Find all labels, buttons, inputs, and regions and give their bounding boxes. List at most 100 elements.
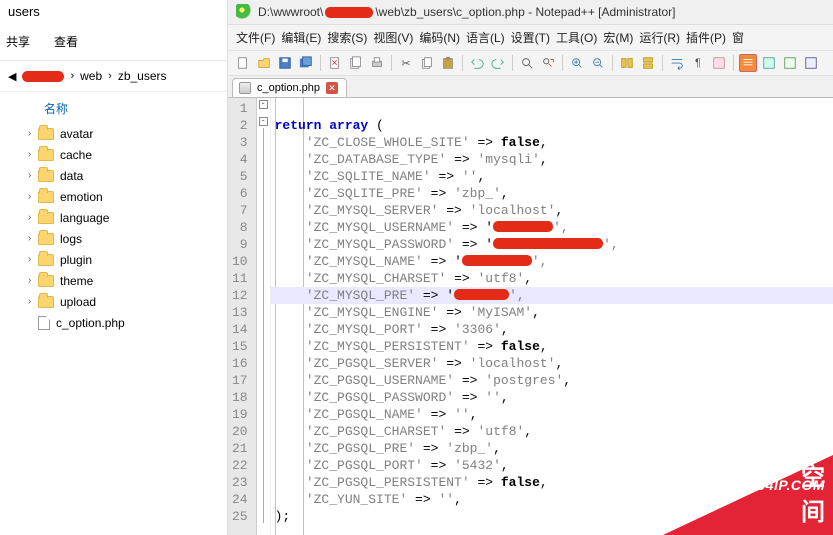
redo-icon[interactable] [489, 54, 507, 72]
code-line[interactable]: 'ZC_PGSQL_SERVER' => 'localhost', [271, 355, 833, 372]
doc-map-icon[interactable] [739, 54, 757, 72]
menu-item[interactable]: 设置(T) [511, 29, 550, 46]
code-line[interactable]: 'ZC_YUN_SITE' => '', [271, 491, 833, 508]
code-line[interactable]: 'ZC_PGSQL_PRE' => 'zbp_', [271, 440, 833, 457]
chevron-right-icon[interactable]: › [28, 191, 38, 202]
chevron-right-icon[interactable]: › [28, 149, 38, 160]
code-line[interactable]: 'ZC_MYSQL_NAME' => '', [271, 253, 833, 270]
code-line[interactable]: 'ZC_PGSQL_PORT' => '5432', [271, 457, 833, 474]
tree-item[interactable]: ›cache [20, 144, 227, 165]
code-line[interactable]: 'ZC_MYSQL_PERSISTENT' => false, [271, 338, 833, 355]
code-line[interactable]: 'ZC_MYSQL_USERNAME' => '', [271, 219, 833, 236]
code-line[interactable]: 'ZC_PGSQL_USERNAME' => 'postgres', [271, 372, 833, 389]
undo-icon[interactable] [468, 54, 486, 72]
tab-c-option[interactable]: c_option.php ✕ [232, 78, 347, 97]
code-line[interactable]: 'ZC_SQLITE_PRE' => 'zbp_', [271, 185, 833, 202]
doc-switcher-icon[interactable] [802, 54, 820, 72]
tab-close-icon[interactable]: ✕ [326, 82, 338, 94]
tree-item[interactable]: ›upload [20, 291, 227, 312]
code-line[interactable]: ); [271, 508, 833, 525]
chevron-right-icon[interactable]: › [28, 296, 38, 307]
code-line[interactable]: return array ( [271, 117, 833, 134]
menu-item[interactable]: 编辑(E) [281, 29, 321, 46]
close-icon[interactable] [326, 54, 344, 72]
tree-item[interactable]: c_option.php [20, 312, 227, 333]
tree-item-label: plugin [60, 253, 92, 267]
tree-item[interactable]: ›avatar [20, 123, 227, 144]
menu-item[interactable]: 视图(V) [373, 29, 413, 46]
chevron-right-icon[interactable]: › [28, 275, 38, 286]
explorer-share-tab[interactable]: 共享 [6, 33, 30, 50]
menu-item[interactable]: 窗 [732, 29, 744, 46]
paste-icon[interactable] [439, 54, 457, 72]
breadcrumb-zb-users[interactable]: zb_users [118, 69, 167, 83]
chevron-right-icon[interactable]: › [28, 254, 38, 265]
sync-h-icon[interactable] [639, 54, 657, 72]
folder-panel-icon[interactable] [781, 54, 799, 72]
sync-icon[interactable] [618, 54, 636, 72]
menu-item[interactable]: 插件(P) [686, 29, 726, 46]
tree-item[interactable]: ›logs [20, 228, 227, 249]
zoom-in-icon[interactable] [568, 54, 586, 72]
code-editor[interactable]: 1234567891011121314151617181920212223242… [228, 98, 833, 535]
column-header-name[interactable]: 名称 [0, 92, 227, 123]
function-list-icon[interactable] [760, 54, 778, 72]
code-line[interactable]: 'ZC_PGSQL_NAME' => '', [271, 406, 833, 423]
tree-item[interactable]: › plugin [20, 249, 227, 270]
code-line[interactable]: 'ZC_PGSQL_CHARSET' => 'utf8', [271, 423, 833, 440]
code-line[interactable] [271, 100, 833, 117]
menu-item[interactable]: 宏(M) [603, 29, 633, 46]
menu-item[interactable]: 搜索(S) [327, 29, 367, 46]
menu-item[interactable]: 编码(N) [419, 29, 460, 46]
code-line[interactable]: 'ZC_MYSQL_SERVER' => 'localhost', [271, 202, 833, 219]
print-icon[interactable] [368, 54, 386, 72]
cut-icon[interactable]: ✂ [397, 54, 415, 72]
indent-guide-icon[interactable] [710, 54, 728, 72]
tree-item[interactable]: ›theme [20, 270, 227, 291]
code-line[interactable]: 'ZC_MYSQL_PRE' => '', [271, 287, 833, 304]
show-all-icon[interactable]: ¶ [689, 54, 707, 72]
chevron-right-icon: › [108, 70, 112, 82]
chevron-right-icon[interactable]: › [28, 128, 38, 139]
menu-item[interactable]: 运行(R) [639, 29, 680, 46]
open-file-icon[interactable] [255, 54, 273, 72]
breadcrumb-web[interactable]: web [80, 69, 102, 83]
code-line[interactable]: 'ZC_CLOSE_WHOLE_SITE' => false, [271, 134, 833, 151]
menu-item[interactable]: 文件(F) [236, 29, 275, 46]
chevron-right-icon[interactable]: › [28, 170, 38, 181]
explorer-title-row: users [0, 0, 227, 23]
chevron-right-icon[interactable]: › [28, 233, 38, 244]
chevron-right-icon[interactable]: › [28, 212, 38, 223]
new-file-icon[interactable] [234, 54, 252, 72]
fold-box-icon[interactable]: - [259, 100, 268, 109]
menu-item[interactable]: 工具(O) [556, 29, 597, 46]
code-line[interactable]: 'ZC_MYSQL_CHARSET' => 'utf8', [271, 270, 833, 287]
code-line[interactable]: 'ZC_MYSQL_PORT' => '3306', [271, 321, 833, 338]
code-line[interactable]: 'ZC_MYSQL_PASSWORD' => '', [271, 236, 833, 253]
explorer-view-tab[interactable]: 查看 [54, 33, 78, 50]
copy-icon[interactable] [418, 54, 436, 72]
tree-item[interactable]: ›language [20, 207, 227, 228]
fold-column[interactable]: - - [257, 98, 271, 535]
code-area[interactable]: return array ( 'ZC_CLOSE_WHOLE_SITE' => … [271, 98, 833, 535]
menu-item[interactable]: 语言(L) [466, 29, 505, 46]
file-explorer: users 共享 查看 ◀ › web › zb_users 名称 ›avata… [0, 0, 228, 535]
tree-item[interactable]: ›emotion [20, 186, 227, 207]
close-all-icon[interactable] [347, 54, 365, 72]
save-all-icon[interactable] [297, 54, 315, 72]
replace-icon[interactable] [539, 54, 557, 72]
wordwrap-icon[interactable] [668, 54, 686, 72]
fold-box-icon[interactable]: - [259, 117, 268, 126]
title-bar[interactable]: D:\wwwroot\ \web\zb_users\c_option.php -… [228, 0, 833, 25]
breadcrumb[interactable]: ◀ › web › zb_users [0, 61, 227, 92]
tree-item[interactable]: ›data [20, 165, 227, 186]
code-line[interactable]: 'ZC_MYSQL_ENGINE' => 'MyISAM', [271, 304, 833, 321]
save-icon[interactable] [276, 54, 294, 72]
find-icon[interactable] [518, 54, 536, 72]
zoom-out-icon[interactable] [589, 54, 607, 72]
code-line[interactable]: 'ZC_PGSQL_PASSWORD' => '', [271, 389, 833, 406]
code-line[interactable]: 'ZC_PGSQL_PERSISTENT' => false, [271, 474, 833, 491]
code-line[interactable]: 'ZC_SQLITE_NAME' => '', [271, 168, 833, 185]
breadcrumb-back-icon[interactable]: ◀ [8, 70, 16, 83]
code-line[interactable]: 'ZC_DATABASE_TYPE' => 'mysqli', [271, 151, 833, 168]
